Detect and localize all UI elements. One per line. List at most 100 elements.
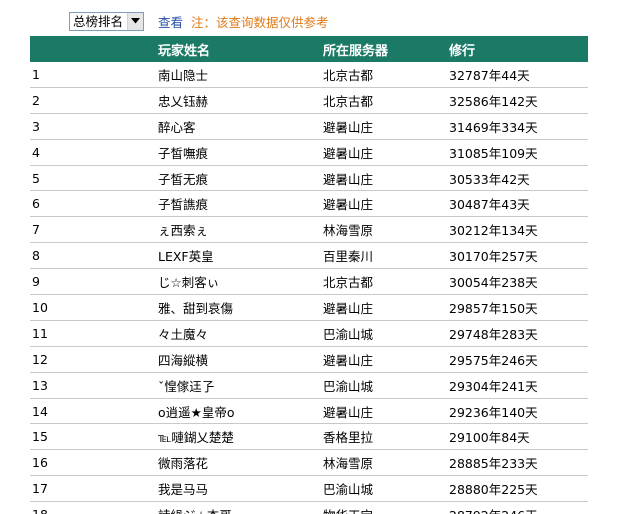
rank-cell: 10 — [30, 294, 158, 321]
ranking-table: 玩家姓名 所在服务器 修行 1 南山隐士 北京古都 32787年44天 2 忠乂钰赫 北京古… — [30, 36, 588, 514]
player-name-cell: じ☆刺客ぃ — [158, 268, 323, 296]
cultivation-cell: 31469年334天 — [449, 113, 588, 140]
server-cell: 物华天宝 — [323, 501, 449, 514]
player-name-cell: ℡嗹鍸乂楚楚 — [158, 423, 323, 451]
chevron-down-icon[interactable] — [127, 12, 144, 30]
rank-cell: 13 — [30, 372, 158, 399]
rank-cell: 14 — [30, 398, 158, 425]
player-name-cell: LEXF英皇 — [158, 242, 323, 270]
rank-cell: 8 — [30, 242, 158, 270]
player-name-cell: 子皙无痕 — [158, 165, 323, 192]
server-cell: 林海雪原 — [323, 216, 449, 244]
ranking-toolbar: 总榜排名 查看 注：该查询数据仅供参考 — [69, 10, 329, 32]
table-row: 17 我是马马 巴渝山城 28880年225天 — [30, 475, 588, 503]
server-cell: 避暑山庄 — [323, 165, 449, 192]
player-name-cell: o逍遥★皇帝o — [158, 398, 323, 425]
player-name-cell: ぇ西索ぇ — [158, 216, 323, 244]
server-cell: 香格里拉 — [323, 423, 449, 451]
server-cell: 林海雪原 — [323, 449, 449, 477]
table-row: 18詩緺ジ☆杰哥物华天宝28792年246天 — [30, 501, 588, 514]
cultivation-cell: 30170年257天 — [449, 242, 588, 270]
rank-cell: 18 — [30, 501, 158, 514]
header-cultivation: 修行 — [449, 36, 588, 62]
cultivation-cell: 29575年246天 — [449, 346, 588, 373]
rank-cell: 3 — [30, 113, 158, 140]
cultivation-cell: 29748年283天 — [449, 320, 588, 347]
table-row: 15 ℡嗹鍸乂楚楚 香格里拉 29100年84天 — [30, 423, 588, 451]
table-row: 9 じ☆刺客ぃ 北京古都 30054年238天 — [30, 268, 588, 296]
table-row: 3 醉心客 避暑山庄 31469年334天 — [30, 113, 588, 140]
server-cell: 避暑山庄 — [323, 398, 449, 425]
table-row: 6 子皙譙痕 避暑山庄 30487年43天 — [30, 190, 588, 218]
player-name-cell: 我是马马 — [158, 475, 323, 503]
player-name-cell: 子皙嘸痕 — [158, 139, 323, 166]
server-cell: 避暑山庄 — [323, 139, 449, 166]
player-name-cell: ˇ惶傢迋孒 — [158, 372, 323, 399]
ranking-type-value: 总榜排名 — [73, 13, 124, 29]
table-row: 4 子皙嘸痕 避暑山庄 31085年109天 — [30, 139, 588, 166]
rank-cell: 6 — [30, 190, 158, 218]
table-row: 10 雅、甜到哀傷 避暑山庄 29857年150天 — [30, 294, 588, 321]
cultivation-cell: 29100年84天 — [449, 423, 588, 451]
rank-cell: 5 — [30, 165, 158, 192]
ranking-type-select[interactable]: 总榜排名 — [69, 11, 145, 31]
server-cell: 避暑山庄 — [323, 294, 449, 321]
rank-cell: 9 — [30, 268, 158, 296]
table-row: 2 忠乂钰赫 北京古都 32586年142天 — [30, 87, 588, 114]
rank-cell: 2 — [30, 87, 158, 114]
table-row: 13 ˇ惶傢迋孒 巴渝山城 29304年241天 — [30, 372, 588, 399]
view-button[interactable]: 查看 — [158, 12, 183, 31]
rank-cell: 15 — [30, 423, 158, 451]
cultivation-cell: 29857年150天 — [449, 294, 588, 321]
server-cell: 北京古都 — [323, 87, 449, 114]
player-name-cell: 々土魔々 — [158, 320, 323, 347]
table-row: 1 南山隐士 北京古都 32787年44天 — [30, 62, 588, 88]
player-name-cell: 微雨落花 — [158, 449, 323, 477]
server-cell: 北京古都 — [323, 268, 449, 296]
cultivation-cell: 30054年238天 — [449, 268, 588, 296]
table-row: 7 ぇ西索ぇ 林海雪原 30212年134天 — [30, 216, 588, 244]
table-row: 5 子皙无痕 避暑山庄 30533年42天 — [30, 165, 588, 192]
header-rank — [30, 36, 158, 62]
cultivation-cell: 29236年140天 — [449, 398, 588, 425]
table-header-row: 玩家姓名 所在服务器 修行 — [30, 36, 588, 62]
server-cell: 北京古都 — [323, 62, 449, 88]
server-cell: 避暑山庄 — [323, 190, 449, 218]
player-name-cell: 醉心客 — [158, 113, 323, 140]
header-server: 所在服务器 — [323, 36, 449, 62]
player-name-cell: 四海縱横 — [158, 346, 323, 373]
table-row: 8 LEXF英皇 百里秦川 30170年257天 — [30, 242, 588, 270]
ranking-page: 总榜排名 查看 注：该查询数据仅供参考 玩家姓名 所在服务器 修行 1 南山隐士北… — [0, 0, 627, 514]
server-cell: 巴渝山城 — [323, 372, 449, 399]
disclaimer-note: 注：该查询数据仅供参考 — [191, 14, 329, 30]
player-name-cell: 南山隐士 — [158, 62, 323, 88]
server-cell: 避暑山庄 — [323, 346, 449, 373]
player-name-cell: 子皙譙痕 — [158, 190, 323, 218]
rank-cell: 12 — [30, 346, 158, 373]
cultivation-cell: 31085年109天 — [449, 139, 588, 166]
server-cell: 避暑山庄 — [323, 113, 449, 140]
cultivation-cell: 28885年233天 — [449, 449, 588, 477]
cultivation-cell: 29304年241天 — [449, 372, 588, 399]
cultivation-cell: 30533年42天 — [449, 165, 588, 192]
cultivation-cell: 32586年142天 — [449, 87, 588, 114]
rank-cell: 17 — [30, 475, 158, 503]
rank-cell: 1 — [30, 62, 158, 88]
player-name-cell: 忠乂钰赫 — [158, 87, 323, 114]
table-row: 16 微雨落花 林海雪原 28885年233天 — [30, 449, 588, 477]
cultivation-cell: 32787年44天 — [449, 62, 588, 88]
cultivation-cell: 28792年246天 — [449, 501, 588, 514]
table-row: 12 四海縱横 避暑山庄 29575年246天 — [30, 346, 588, 373]
cultivation-cell: 28880年225天 — [449, 475, 588, 503]
server-cell: 百里秦川 — [323, 242, 449, 270]
table-row: 11 々土魔々 巴渝山城 29748年283天 — [30, 320, 588, 347]
player-name-cell: 詩緺ジ☆杰哥 — [158, 501, 323, 514]
rank-cell: 16 — [30, 449, 158, 477]
table-body: 1 南山隐士 北京古都 32787年44天 2 忠乂钰赫 北京古都 32586年142天 3 醉心… — [30, 62, 588, 514]
server-cell: 巴渝山城 — [323, 475, 449, 503]
player-name-cell: 雅、甜到哀傷 — [158, 294, 323, 321]
header-player-name: 玩家姓名 — [158, 36, 323, 62]
cultivation-cell: 30487年43天 — [449, 190, 588, 218]
rank-cell: 11 — [30, 320, 158, 347]
cultivation-cell: 30212年134天 — [449, 216, 588, 244]
